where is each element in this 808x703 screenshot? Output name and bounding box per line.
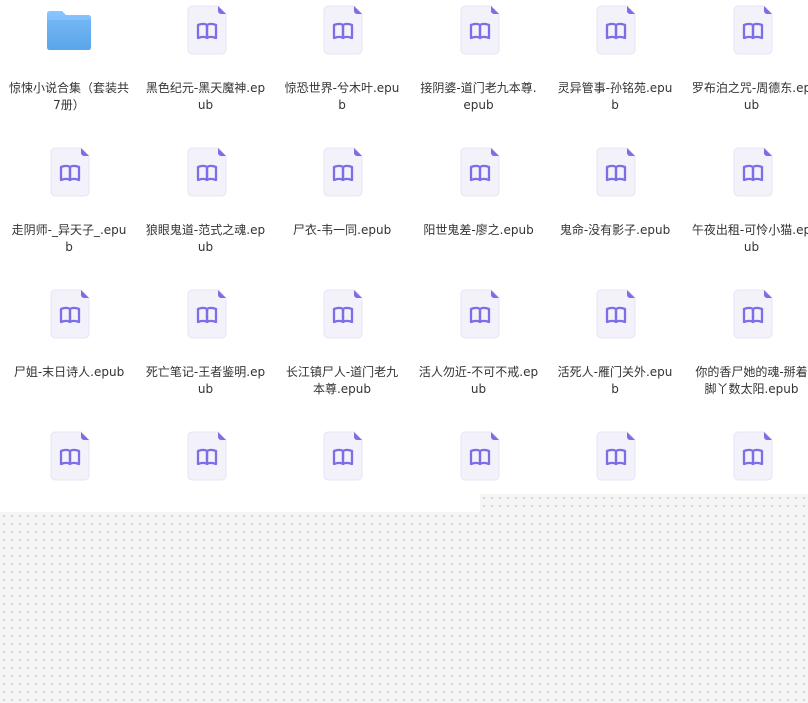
dotted-overlay bbox=[0, 0, 808, 703]
dotted-overlay-lower bbox=[0, 512, 808, 703]
file-browser: 惊悚小说合集（套装共7册） 黑色纪元-黑天魔神.epub 惊恐世界-兮木叶.ep… bbox=[0, 0, 808, 703]
